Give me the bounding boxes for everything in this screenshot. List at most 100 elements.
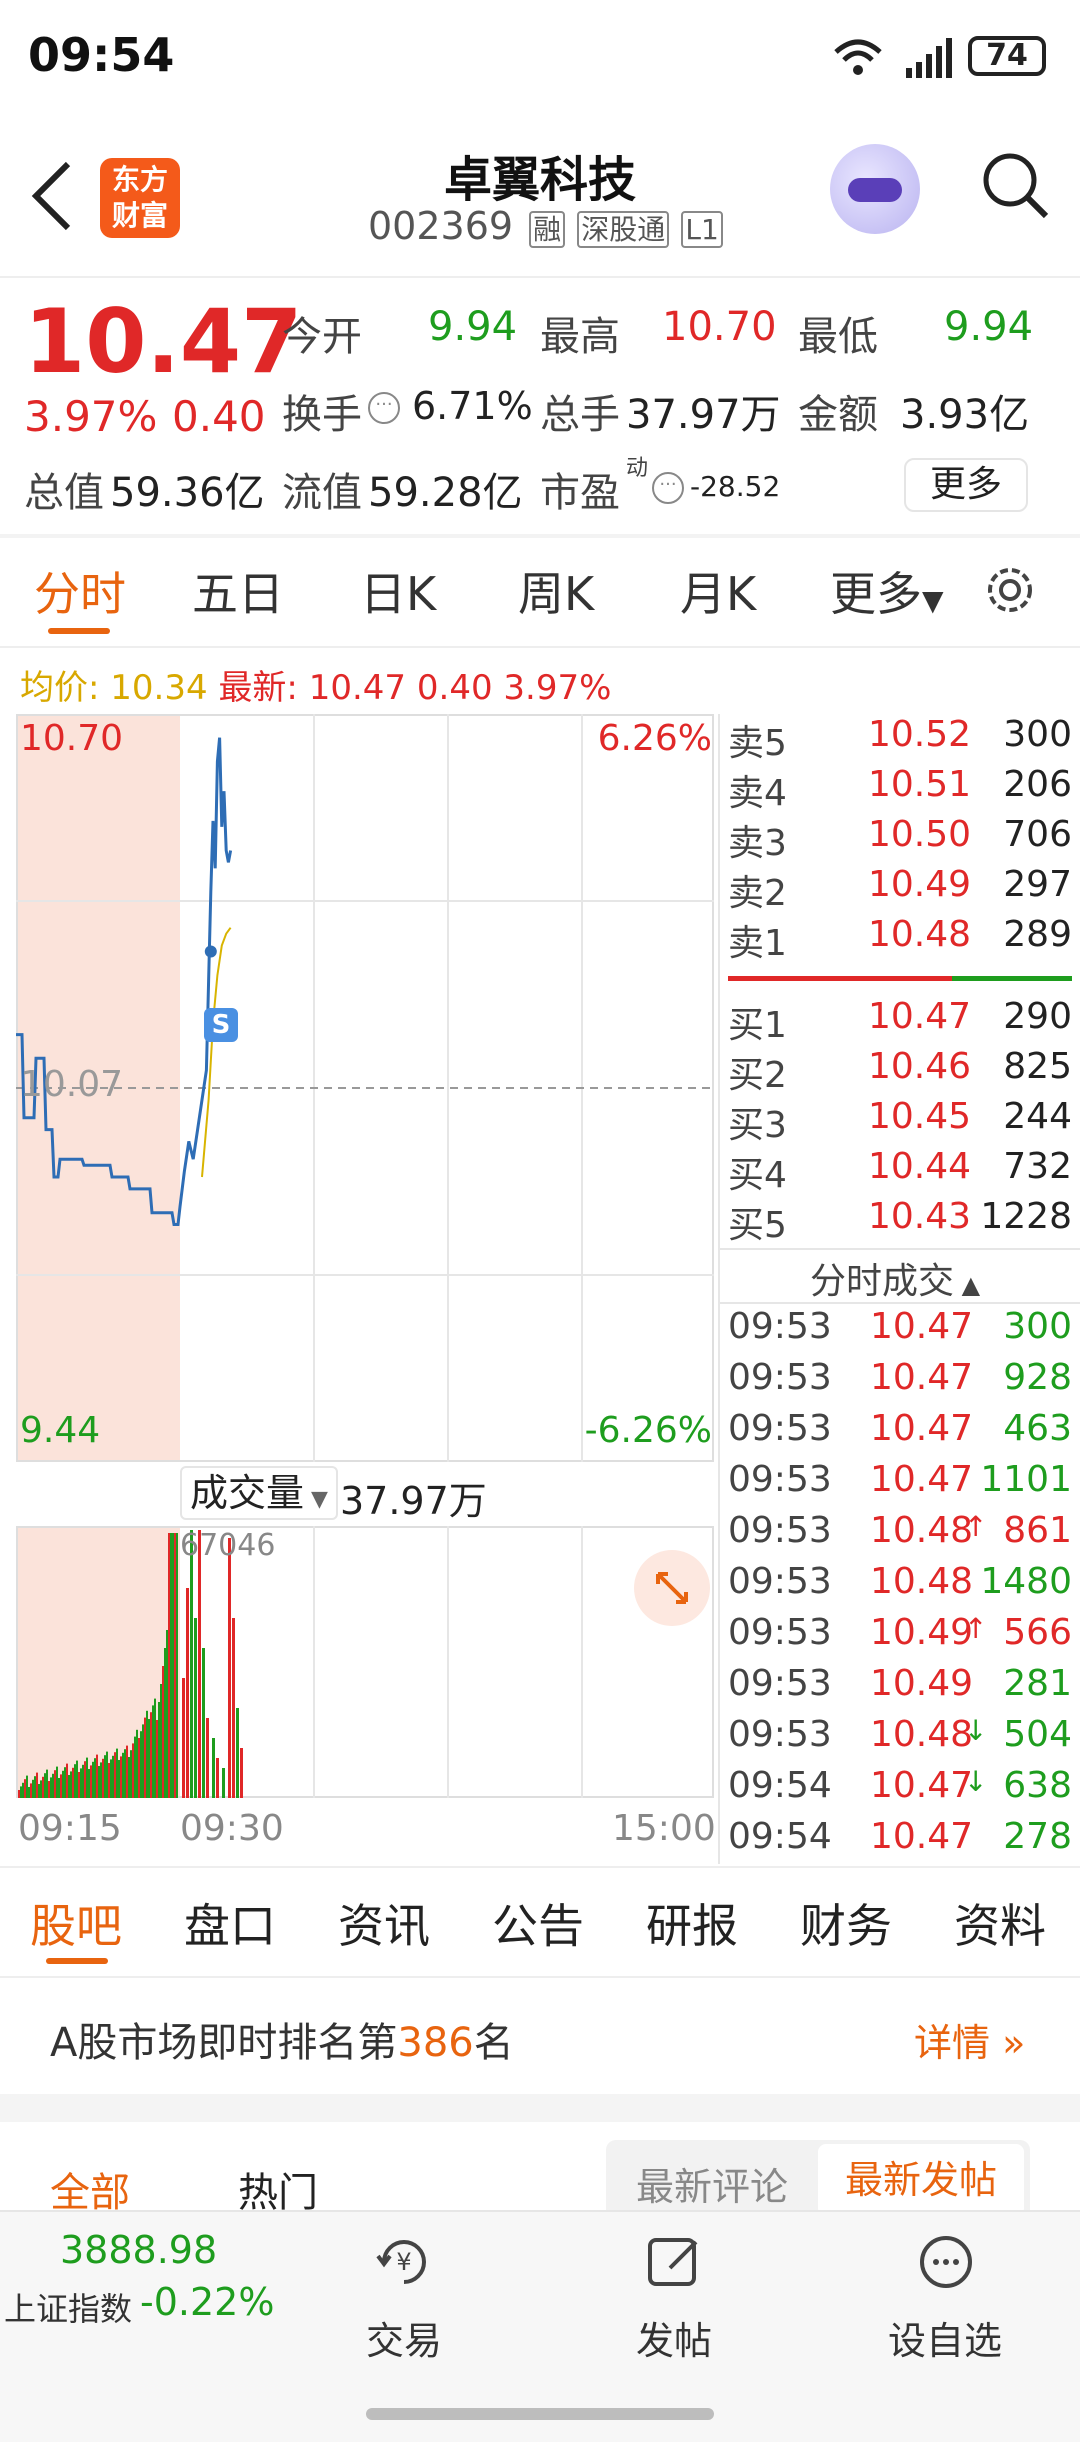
- trades-header[interactable]: 分时成交 ▲: [810, 1252, 980, 1304]
- volume-bar: [162, 1666, 164, 1798]
- price-point-marker: [204, 945, 217, 958]
- watchlist-label[interactable]: 设自选: [888, 2310, 1002, 2365]
- bid-row-5: 买5 10.43 1228: [728, 1196, 1072, 1246]
- caret-down-icon: ▼: [922, 584, 944, 617]
- s-marker[interactable]: S: [204, 1008, 238, 1042]
- volume-bar: [126, 1745, 128, 1798]
- trade-row: 09:53 10.47 463: [728, 1408, 1072, 1459]
- more-button[interactable]: 更多: [904, 458, 1028, 512]
- trade-label[interactable]: 交易: [366, 2310, 442, 2365]
- volume-total: 37.97万: [340, 1479, 487, 1523]
- sort-latest-post[interactable]: 最新发帖: [818, 2144, 1024, 2216]
- volume-bar: [92, 1761, 94, 1798]
- mktcap-value: 59.36亿: [110, 470, 265, 516]
- tab-news[interactable]: 资讯: [338, 1890, 430, 1956]
- watchlist-icon[interactable]: [914, 2230, 978, 2294]
- trade-row: 09:53 10.48 ↑ 861: [728, 1510, 1072, 1561]
- volume-bar: [40, 1780, 42, 1798]
- bid-price: 10.46: [868, 1046, 972, 1087]
- turnover-info-icon[interactable]: ···: [368, 392, 400, 424]
- volume-bar: [98, 1766, 100, 1798]
- tab-finance[interactable]: 财务: [800, 1890, 892, 1956]
- bid-price: 10.45: [868, 1096, 972, 1137]
- signal-icon: [904, 38, 952, 82]
- trade-price: 10.47: [870, 1459, 974, 1500]
- tab-profile[interactable]: 资料: [954, 1890, 1046, 1956]
- intraday-chart[interactable]: 10.70 9.44 10.07 6.26% -6.26% S: [16, 714, 714, 1462]
- volume-bar: [46, 1769, 48, 1798]
- info-line: 均价: 10.34 最新: 10.47 0.40 3.97%: [20, 660, 611, 709]
- volume-bar: [182, 1678, 185, 1798]
- wifi-icon: [832, 36, 884, 84]
- open-value: 9.94: [428, 304, 518, 350]
- tab-monthly-k[interactable]: 月K: [680, 558, 756, 624]
- post-icon[interactable]: [642, 2230, 706, 2294]
- bid-price: 10.43: [868, 1196, 972, 1237]
- volume-bar: [146, 1710, 148, 1798]
- ask-label: 卖1: [728, 923, 787, 964]
- settings-button[interactable]: [982, 562, 1038, 622]
- trade-row: 09:53 10.48 1480: [728, 1561, 1072, 1612]
- bid-label: 买2: [728, 1055, 787, 1096]
- tab-weekly-k[interactable]: 周K: [518, 558, 594, 624]
- index-name[interactable]: 上证指数: [4, 2284, 132, 2330]
- expand-icon: [656, 1572, 688, 1604]
- trade-price: 10.47: [870, 1408, 974, 1449]
- avg-label: 均价:: [20, 668, 100, 708]
- trade-vol: 504: [1003, 1714, 1072, 1755]
- trade-time: 09:53: [728, 1510, 832, 1551]
- volume-bar: [158, 1702, 160, 1798]
- tab-intraday[interactable]: 分时: [34, 558, 126, 624]
- volume-bar: [130, 1750, 132, 1798]
- volume-bar: [86, 1757, 88, 1798]
- sort-latest-comment[interactable]: 最新评论: [636, 2156, 788, 2211]
- volume-bar: [152, 1705, 154, 1798]
- volume-selector[interactable]: 成交量 ▼: [180, 1466, 338, 1520]
- volume-bar: [120, 1756, 122, 1798]
- volume-bar: [30, 1783, 32, 1798]
- trade-row: 09:53 10.47 300: [728, 1306, 1072, 1357]
- tab-more[interactable]: 更多▼: [830, 558, 944, 624]
- volume-bar: [82, 1764, 84, 1798]
- search-button[interactable]: [980, 150, 1050, 224]
- tab-announcement[interactable]: 公告: [492, 1890, 584, 1956]
- trade-vol: 566: [1003, 1612, 1072, 1653]
- robot-avatar[interactable]: [830, 144, 920, 234]
- tab-five-day[interactable]: 五日: [192, 558, 284, 624]
- volume-bar: [104, 1755, 106, 1798]
- volume-bar: [68, 1775, 70, 1798]
- volume-max-label: 67046: [180, 1528, 276, 1563]
- volume-bar: [176, 1533, 178, 1798]
- trade-price: 10.48: [870, 1714, 974, 1755]
- tab-research[interactable]: 研报: [646, 1890, 738, 1956]
- volume-bar: [212, 1738, 215, 1798]
- pe-value: -28.52: [690, 470, 781, 503]
- volume-bar: [206, 1718, 209, 1798]
- pe-info-icon[interactable]: ···: [652, 472, 684, 504]
- ask-price: 10.49: [868, 864, 972, 905]
- trade-row: 09:53 10.47 1101: [728, 1459, 1072, 1510]
- tab-daily-k[interactable]: 日K: [360, 558, 436, 624]
- tab-forum[interactable]: 股吧: [30, 1890, 122, 1956]
- low-value: 9.94: [944, 304, 1034, 350]
- volume-bar: [78, 1772, 80, 1798]
- index-value[interactable]: 3888.98: [60, 2228, 217, 2272]
- post-label[interactable]: 发帖: [636, 2310, 712, 2365]
- stock-code-row: 002369 融 深股通 L1: [368, 204, 723, 248]
- pe-label: 市盈: [540, 470, 620, 516]
- volume-bar: [76, 1760, 78, 1798]
- latest-change: 0.40: [416, 668, 493, 708]
- volume-bar: [50, 1777, 52, 1798]
- expand-button[interactable]: [634, 1550, 710, 1626]
- index-change[interactable]: -0.22%: [140, 2280, 274, 2324]
- volume-bar: [64, 1767, 66, 1798]
- detail-link[interactable]: 详情 »: [914, 2012, 1025, 2067]
- volume-bar: [38, 1784, 40, 1798]
- home-indicator: [366, 2408, 714, 2420]
- volume-bar: [36, 1772, 38, 1798]
- mktcap-label: 总值: [24, 470, 104, 516]
- trade-row: 09:54 10.47 ↓ 638: [728, 1765, 1072, 1816]
- trade-icon[interactable]: ¥: [372, 2230, 436, 2294]
- volume-bar: [70, 1771, 72, 1798]
- tab-handicap[interactable]: 盘口: [184, 1890, 276, 1956]
